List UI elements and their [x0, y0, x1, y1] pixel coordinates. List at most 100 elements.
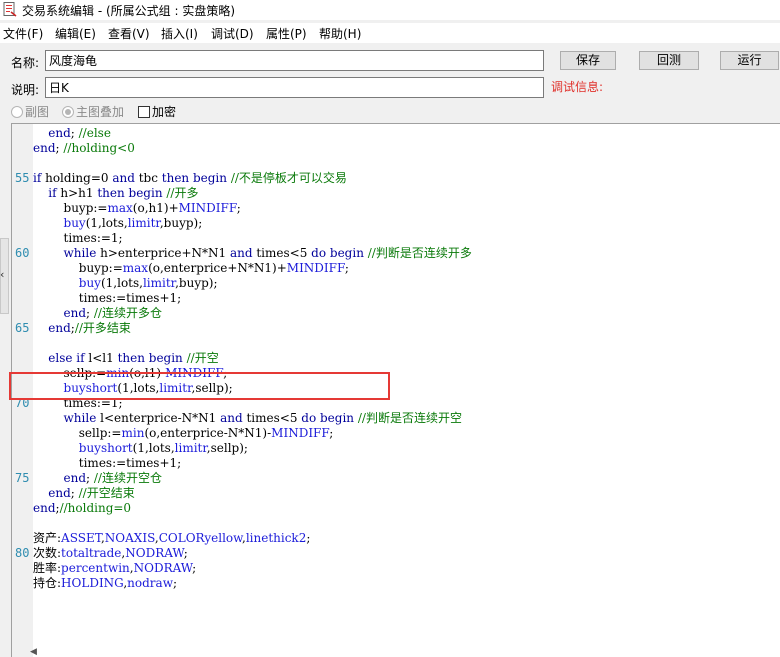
- code-line: times:=times+1;: [33, 456, 181, 471]
- code-token: ,buyp);: [175, 276, 218, 290]
- code-line: end; //else: [33, 126, 111, 141]
- code-token: ;: [236, 201, 241, 215]
- description-input[interactable]: [45, 77, 544, 98]
- code-token: ASSET: [61, 531, 101, 545]
- code-token: //连续开空仓: [93, 471, 162, 485]
- code-token: //开空结束: [78, 486, 135, 500]
- code-token: min: [121, 426, 145, 440]
- code-token: else if: [33, 351, 85, 365]
- overlay-option[interactable]: 主图叠加: [62, 103, 124, 120]
- menu-debug[interactable]: 调试(D): [211, 25, 254, 42]
- code-line: 资产:ASSET,NOAXIS,COLORyellow,linethick2;: [33, 531, 310, 546]
- code-token: (1,lots,: [85, 216, 128, 230]
- code-token: buyshort: [33, 441, 133, 455]
- save-button[interactable]: 保存: [560, 51, 616, 70]
- code-line: sellp:=min(o,enterprice-N*N1)-MINDIFF;: [33, 426, 334, 441]
- menu-bar: 文件(F) 编辑(E) 查看(V) 插入(I) 调试(D) 属性(P) 帮助(H…: [0, 23, 780, 43]
- line-number: 65: [15, 321, 30, 335]
- encrypt-option[interactable]: 加密: [138, 103, 176, 120]
- code-line: buy(1,lots,limitr,buyp);: [33, 276, 218, 291]
- menu-insert[interactable]: 插入(I): [161, 25, 198, 42]
- code-token: ;: [192, 561, 197, 575]
- code-token: 资产:: [33, 531, 62, 545]
- code-line: times:=times+1;: [33, 291, 181, 306]
- menu-properties[interactable]: 属性(P): [266, 25, 307, 42]
- menu-help[interactable]: 帮助(H): [319, 25, 361, 42]
- code-token: (o,enterprice-N*N1)-: [144, 426, 272, 440]
- code-token: and: [112, 171, 135, 185]
- code-token: (o,h1)+: [132, 201, 179, 215]
- code-line: end;//开多结束: [33, 321, 131, 336]
- code-token: //else: [78, 126, 111, 140]
- code-token: buy: [33, 216, 86, 230]
- code-token: limitr: [142, 276, 176, 290]
- name-input[interactable]: [45, 50, 544, 71]
- code-token: end: [33, 126, 71, 140]
- code-token: and: [220, 411, 243, 425]
- code-token: NOAXIS: [104, 531, 155, 545]
- code-token: holding=0: [41, 171, 113, 185]
- scroll-left-icon[interactable]: ◀: [30, 647, 37, 657]
- debug-info-label: 调试信息:: [551, 80, 604, 94]
- options-row: 副图 主图叠加 加密: [0, 103, 300, 119]
- chevron-left-icon[interactable]: ‹: [0, 268, 4, 281]
- window-title: 交易系统编辑 - (所属公式组 : 实盘策略): [22, 4, 235, 18]
- backtest-button[interactable]: 回测: [639, 51, 699, 70]
- code-token: ;: [86, 306, 94, 320]
- code-token: max: [122, 261, 149, 275]
- code-token: end: [33, 501, 56, 515]
- code-token: max: [107, 201, 133, 215]
- code-token: h>h1: [56, 186, 98, 200]
- line-number: 75: [15, 471, 30, 485]
- code-token: times<5: [252, 246, 312, 260]
- code-token: h>enterprice+N*N1: [96, 246, 230, 260]
- code-token: sellp:=: [33, 426, 122, 440]
- code-line: 持仓:HOLDING,nodraw;: [33, 576, 177, 591]
- code-token: do begin: [311, 246, 364, 260]
- code-token: times:=1;: [33, 231, 123, 245]
- code-token: ;: [306, 531, 311, 545]
- code-token: tbc: [134, 171, 162, 185]
- name-label: 名称:: [11, 56, 40, 70]
- code-line: end; //holding<0: [33, 141, 135, 156]
- code-token: buyp:=: [33, 261, 123, 275]
- code-token: //判断是否连续开多: [367, 246, 472, 260]
- code-token: percentwin: [61, 561, 130, 575]
- menu-file[interactable]: 文件(F): [3, 25, 43, 42]
- code-token: while: [33, 411, 97, 425]
- code-line: end; //连续开空仓: [33, 471, 162, 486]
- code-token: totaltrade: [61, 546, 122, 560]
- code-token: end: [33, 471, 87, 485]
- line-number: 60: [15, 246, 30, 260]
- code-token: ;: [70, 126, 79, 140]
- description-label: 说明:: [11, 83, 40, 97]
- code-token: (o,enterprice+N*N1)+: [148, 261, 287, 275]
- code-token: //连续开多仓: [93, 306, 162, 320]
- code-token: ;: [183, 546, 188, 560]
- line-number: 55: [15, 171, 30, 185]
- code-token: 次数:: [33, 546, 62, 560]
- code-line: 次数:totaltrade,NODRAW;: [33, 546, 188, 561]
- code-line: else if l<l1 then begin //开空: [33, 351, 218, 366]
- menu-edit[interactable]: 编辑(E): [55, 25, 96, 42]
- menu-view[interactable]: 查看(V): [108, 25, 150, 42]
- code-token: NODRAW: [125, 546, 184, 560]
- code-line: end; //连续开多仓: [33, 306, 162, 321]
- code-line: buyp:=max(o,h1)+MINDIFF;: [33, 201, 241, 216]
- code-token: times<5: [242, 411, 302, 425]
- code-token: MINDIFF: [271, 426, 330, 440]
- code-line: end;//holding=0: [33, 501, 131, 516]
- code-token: //判断是否连续开空: [357, 411, 462, 425]
- code-line: if holding=0 and tbc then begin //不是停板才可…: [33, 171, 347, 186]
- code-token: then begin: [161, 171, 227, 185]
- code-token: linethick2: [245, 531, 307, 545]
- subchart-option[interactable]: 副图: [11, 103, 49, 120]
- radio-icon: [11, 106, 23, 118]
- code-token: then begin: [97, 186, 163, 200]
- code-token: 持仓:: [33, 576, 62, 590]
- run-button[interactable]: 运行: [720, 51, 779, 70]
- code-token: 胜率:: [33, 561, 62, 575]
- encrypt-label: 加密: [152, 105, 177, 119]
- code-line: 胜率:percentwin,NODRAW;: [33, 561, 196, 576]
- code-token: do begin: [301, 411, 355, 425]
